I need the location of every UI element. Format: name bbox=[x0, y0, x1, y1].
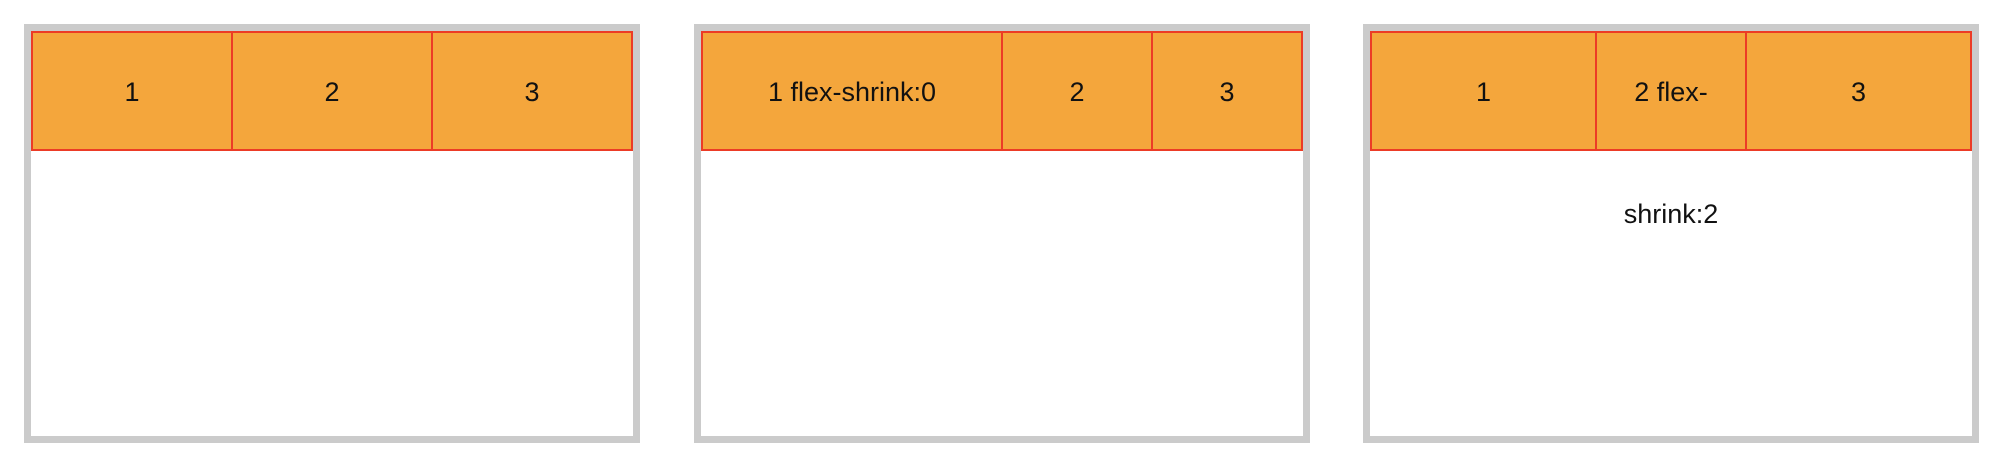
flex-item-label: 2 bbox=[324, 77, 340, 107]
flex-item-label: 3 bbox=[524, 77, 540, 107]
flex-container-shrink-2: 1 2 flex- shrink:2 3 bbox=[1363, 24, 1979, 443]
flex-item-2: 2 flex- shrink:2 bbox=[1595, 31, 1747, 229]
flex-row: 1 flex-shrink:0 2 3 bbox=[701, 31, 1303, 151]
flex-item-label: 1 flex-shrink:0 bbox=[767, 77, 937, 107]
flex-item-label: 3 bbox=[1850, 77, 1867, 107]
flex-row: 1 2 flex- shrink:2 3 bbox=[1370, 31, 1972, 229]
flex-item-1: 1 bbox=[31, 31, 233, 151]
flex-container-shrink-0: 1 flex-shrink:0 2 3 bbox=[694, 24, 1310, 443]
flex-item-1: 1 flex-shrink:0 bbox=[701, 31, 1003, 151]
flex-item-label: 1 bbox=[1475, 77, 1492, 107]
flex-item-label: 2 flex- bbox=[1634, 77, 1708, 107]
flex-item-3: 3 bbox=[1745, 31, 1972, 151]
flex-item-1: 1 bbox=[1370, 31, 1597, 151]
flex-item-2: 2 bbox=[1001, 31, 1153, 151]
flex-row: 1 2 3 bbox=[31, 31, 633, 151]
flex-item-3: 3 bbox=[431, 31, 633, 151]
flex-item-label: 1 bbox=[124, 77, 140, 107]
flex-item-2: 2 bbox=[231, 31, 433, 151]
flex-item-label: 2 bbox=[1069, 77, 1085, 107]
flex-item-label-overflow: shrink:2 bbox=[1623, 199, 1719, 229]
flex-container-default: 1 2 3 bbox=[24, 24, 640, 443]
flex-item-3: 3 bbox=[1151, 31, 1303, 151]
flex-item-label: 3 bbox=[1219, 77, 1235, 107]
